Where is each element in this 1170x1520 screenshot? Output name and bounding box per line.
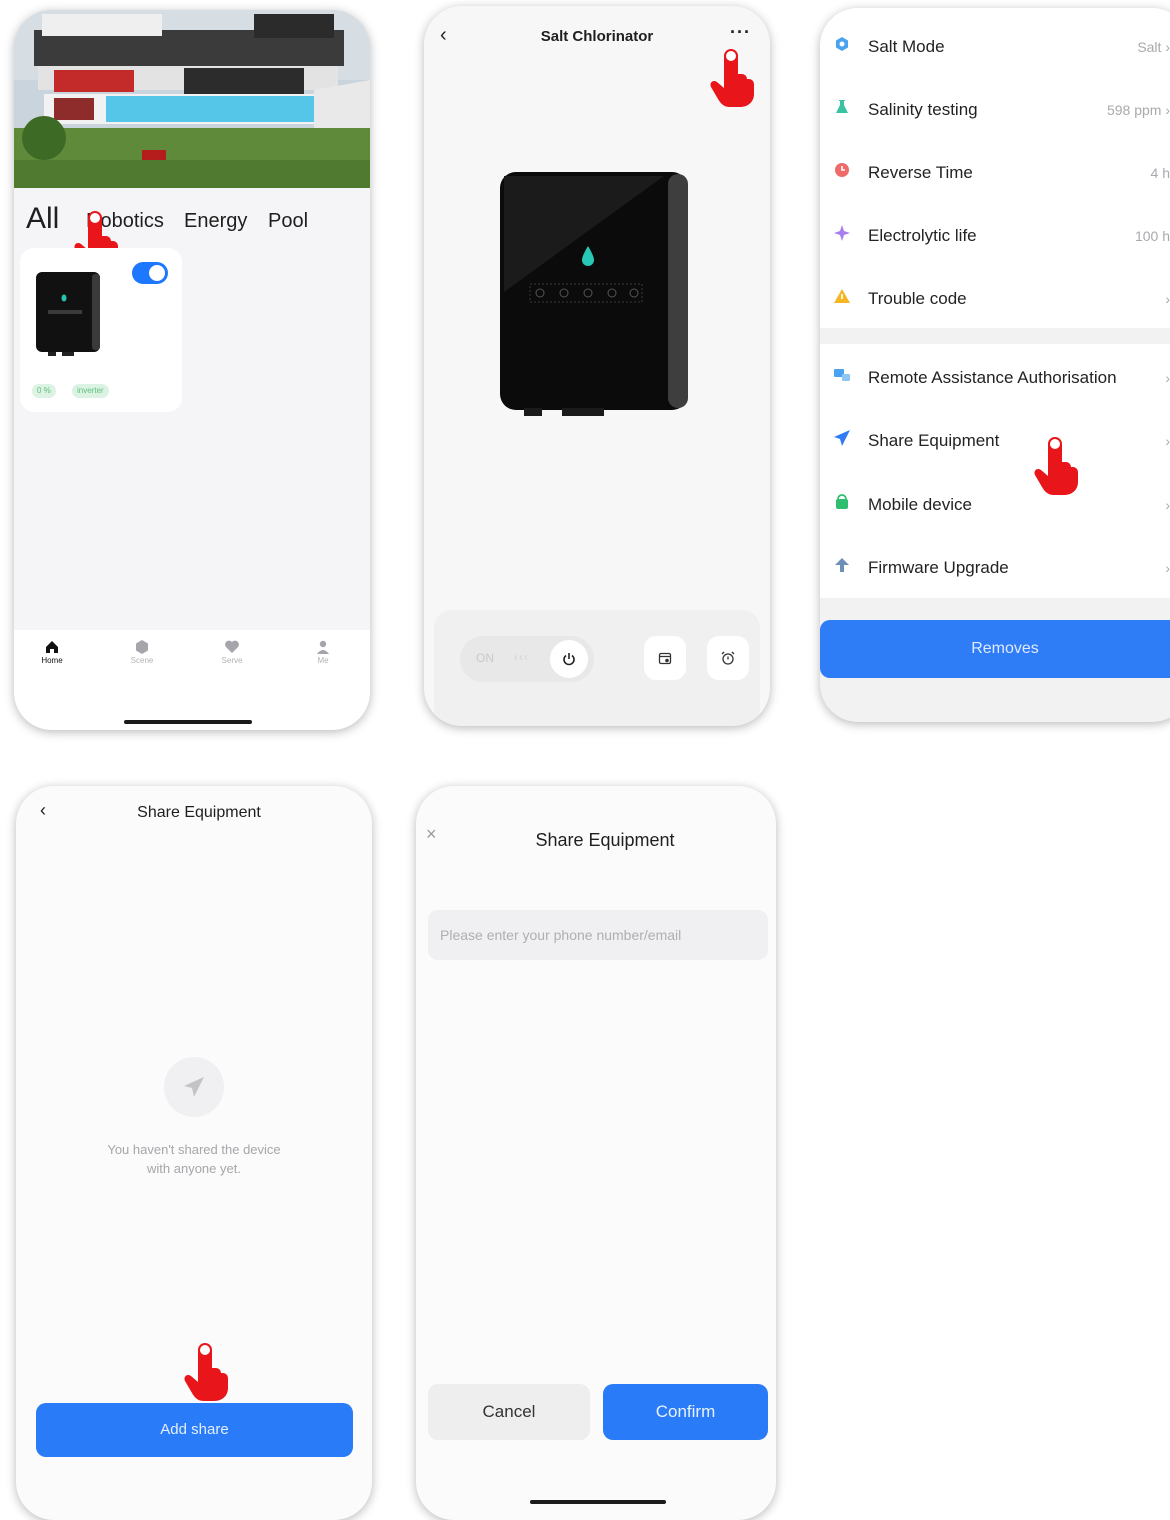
- scene-icon: [136, 640, 148, 654]
- device-settings-group: Salt Mode Salt › Salinity testing 598 pp…: [820, 8, 1170, 328]
- home-indicator: [530, 1500, 666, 1504]
- empty-state-illustration: [164, 1057, 224, 1117]
- tab-pool[interactable]: Pool: [268, 210, 308, 233]
- chevron-right-icon: ›: [1165, 497, 1170, 513]
- setting-label: Electrolytic life: [868, 226, 977, 245]
- page-title: Salt Chlorinator: [540, 28, 654, 45]
- empty-line: You haven't shared the device: [107, 1142, 281, 1157]
- chevron-right-icon: ›: [1165, 291, 1170, 307]
- clock-icon: [835, 163, 849, 177]
- home-indicator: [124, 720, 252, 724]
- status-chip: 0 %: [32, 384, 56, 398]
- type-chip: inverter: [72, 384, 109, 398]
- remote-assist-icon: [834, 369, 850, 381]
- setting-row-salt-mode[interactable]: Salt Mode Salt ›: [820, 13, 1170, 76]
- action-row-firmware-upgrade[interactable]: Firmware Upgrade ›: [820, 534, 1170, 597]
- nav-label: Home: [41, 656, 63, 665]
- setting-value: 4 h: [1150, 165, 1170, 181]
- bottom-nav: Home Scene Serve Me: [14, 630, 370, 730]
- chevron-right-icon: ›: [1165, 370, 1170, 386]
- nav-label: Serve: [221, 656, 243, 665]
- setting-value: 100 h: [1134, 228, 1170, 244]
- calendar-icon: [658, 652, 672, 665]
- heart-icon: [225, 640, 239, 653]
- nav-label: Scene: [130, 656, 154, 665]
- action-label: Firmware Upgrade: [868, 558, 1009, 577]
- user-icon: [317, 640, 329, 654]
- empty-line: with anyone yet.: [147, 1161, 241, 1176]
- action-label: Remote Assistance Authorisation: [868, 368, 1117, 387]
- chlorinator-device-image: [500, 172, 688, 416]
- send-icon: [834, 430, 850, 446]
- tap-hint-pointer-icon: [1034, 434, 1080, 496]
- power-toggle[interactable]: [132, 262, 168, 284]
- timer-button[interactable]: [707, 636, 749, 680]
- nav-serve[interactable]: Serve: [207, 640, 257, 665]
- setting-value: 598 ppm ›: [1106, 102, 1170, 118]
- mode-indicator: ‹‹‹: [514, 650, 529, 664]
- upgrade-icon: [835, 558, 849, 572]
- chevron-right-icon: ›: [1165, 433, 1170, 449]
- setting-row-reverse-time: Reverse Time 4 h: [820, 139, 1170, 202]
- action-label: Share Equipment: [868, 431, 1000, 450]
- schedule-button[interactable]: [644, 636, 686, 680]
- device-settings-screen: Salt Mode Salt › Salinity testing 598 pp…: [820, 8, 1170, 722]
- setting-label: Reverse Time: [868, 163, 973, 182]
- device-detail-screen: ‹ Salt Chlorinator ··· ON ‹‹‹: [424, 6, 770, 726]
- empty-state-message: You haven't shared the device with anyon…: [94, 1140, 294, 1178]
- power-button[interactable]: [550, 640, 588, 678]
- add-share-button[interactable]: Add share: [36, 1403, 353, 1457]
- remove-device-button[interactable]: Removes: [820, 620, 1170, 678]
- setting-value: Salt ›: [1137, 39, 1170, 55]
- nav-me[interactable]: Me: [298, 640, 348, 665]
- device-card[interactable]: 0 % inverter: [20, 248, 182, 412]
- share-dialog-screen: × Share Equipment Cancel Confirm: [416, 786, 776, 1520]
- villa-pool-banner: [14, 10, 370, 188]
- more-options-icon[interactable]: ···: [730, 22, 751, 43]
- power-icon: [563, 653, 575, 666]
- chevron-right-icon: ›: [1165, 39, 1170, 55]
- action-row-share-equipment[interactable]: Share Equipment ›: [820, 407, 1170, 470]
- tap-hint-pointer-icon: [710, 46, 756, 108]
- mobile-device-icon: [836, 494, 848, 509]
- warning-icon: [834, 289, 850, 303]
- share-list-screen: ‹ Share Equipment You haven't shared the…: [16, 786, 372, 1520]
- nav-label: Me: [317, 656, 329, 665]
- setting-label: Trouble code: [868, 289, 967, 308]
- confirm-button[interactable]: Confirm: [603, 1384, 768, 1440]
- tab-all[interactable]: All: [26, 202, 59, 236]
- tap-hint-pointer-icon: [184, 1340, 230, 1402]
- setting-row-trouble-code[interactable]: Trouble code ›: [820, 265, 1170, 328]
- on-label: ON: [476, 651, 494, 665]
- setting-label: Salt Mode: [868, 37, 945, 56]
- nav-scene[interactable]: Scene: [117, 640, 167, 665]
- home-screen: All Robotics Energy Pool 0 % inverter Ho…: [14, 10, 370, 730]
- chevron-right-icon: ›: [1165, 102, 1170, 118]
- salt-mode-icon: [836, 37, 848, 51]
- power-control: ON ‹‹‹: [460, 636, 594, 682]
- chlorinator-thumbnail: [36, 272, 100, 356]
- chevron-right-icon: ›: [1165, 560, 1170, 576]
- flask-icon: [836, 100, 848, 113]
- action-label: Mobile device: [868, 495, 972, 514]
- home-icon: [46, 641, 58, 653]
- nav-home[interactable]: Home: [27, 640, 77, 665]
- page-title: Share Equipment: [137, 804, 261, 821]
- action-row-mobile-device[interactable]: Mobile device ›: [820, 471, 1170, 534]
- action-row-remote-assistance[interactable]: Remote Assistance Authorisation ›: [820, 344, 1170, 407]
- send-icon: [184, 1077, 204, 1097]
- page-title: Share Equipment: [535, 830, 675, 850]
- device-actions-group: Remote Assistance Authorisation › Share …: [820, 344, 1170, 598]
- tab-energy[interactable]: Energy: [184, 210, 247, 233]
- cancel-button[interactable]: Cancel: [428, 1384, 590, 1440]
- alarm-clock-icon: [721, 651, 735, 665]
- phone-email-input[interactable]: [428, 910, 768, 960]
- control-panel: ON ‹‹‹: [434, 610, 760, 726]
- setting-row-salinity[interactable]: Salinity testing 598 ppm ›: [820, 76, 1170, 139]
- setting-row-electrolytic-life: Electrolytic life 100 h: [820, 202, 1170, 265]
- setting-label: Salinity testing: [868, 100, 978, 119]
- electrolytic-icon: [834, 225, 850, 241]
